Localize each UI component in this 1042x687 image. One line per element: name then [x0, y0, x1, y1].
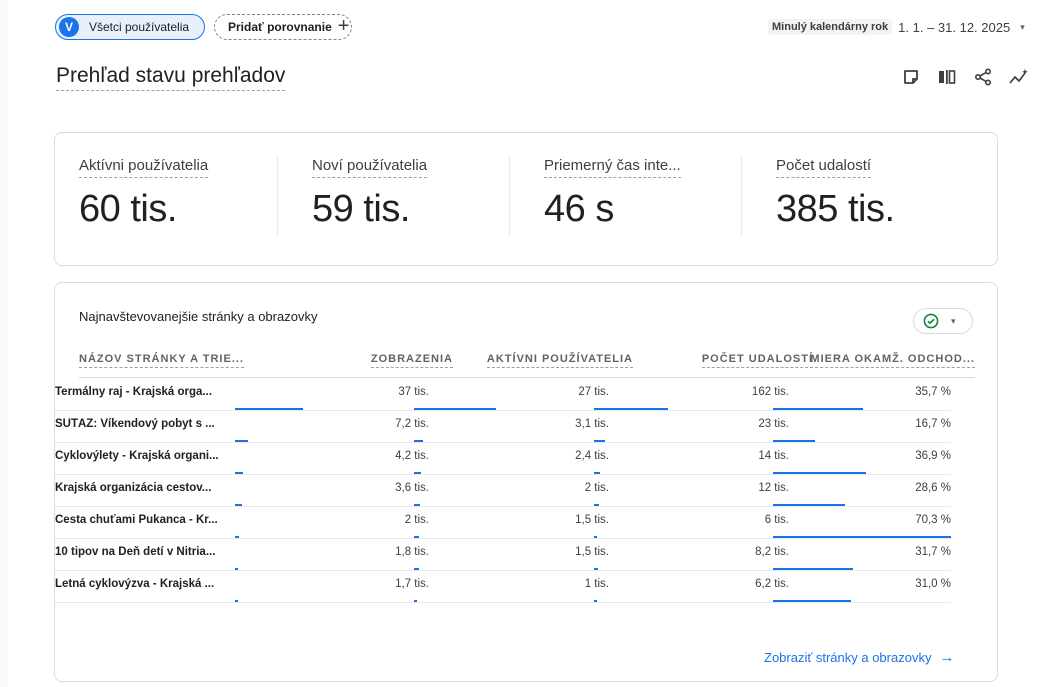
- cell-events: 14 tis.: [758, 450, 789, 462]
- cell-active: 1,5 tis.: [575, 546, 609, 558]
- metrics-card: Aktívni používatelia 60 tis. Noví použív…: [54, 132, 998, 266]
- metric-event-count[interactable]: Počet udalostí 385 tis.: [776, 157, 986, 231]
- cell-bounce: 28,6 %: [915, 482, 951, 494]
- column-header-bounce-rate[interactable]: MIERA OKAMŽ. ODCHOD...: [810, 353, 975, 368]
- table-row[interactable]: Termálny raj - Krajská orga... 37 tis. 27 …: [55, 378, 951, 411]
- date-range-value: 1. 1. – 31. 12. 2025: [898, 19, 1011, 35]
- table-row[interactable]: SÚŤAŽ: Víkendový pobyt s ... 7,2 tis. 3,1 …: [55, 410, 951, 443]
- cell-active: 2 tis.: [584, 482, 609, 494]
- column-header-page-title[interactable]: NÁZOV STRÁNKY A TRIE...: [79, 353, 244, 368]
- insights-icon[interactable]: [1008, 66, 1030, 88]
- share-icon[interactable]: [972, 66, 994, 88]
- all-users-chip[interactable]: V Všetci používatelia: [55, 14, 205, 40]
- metric-value: 59 tis.: [312, 188, 410, 230]
- metric-value: 46 s: [544, 188, 614, 230]
- card-title: Najnavštevovanejšie stránky a obrazovky: [79, 309, 318, 324]
- view-pages-link[interactable]: Zobraziť stránky a obrazovky →: [764, 649, 954, 666]
- metric-label: Aktívni používatelia: [79, 157, 209, 178]
- metric-new-users[interactable]: Noví používatelia 59 tis.: [312, 157, 522, 231]
- report-toolbar: [900, 66, 1042, 88]
- cell-views: 2 tis.: [404, 514, 429, 526]
- divider: [277, 155, 278, 237]
- cell-active: 27 tis.: [578, 386, 609, 398]
- cell-events: 23 tis.: [758, 418, 789, 430]
- metric-value: 385 tis.: [776, 188, 895, 230]
- column-header-views[interactable]: ZOBRAZENIA: [370, 353, 453, 368]
- cell-views: 4,2 tis.: [395, 450, 429, 462]
- divider: [741, 155, 742, 237]
- table-row[interactable]: Krajská organizácia cestov... 3,6 tis. 2 t…: [55, 474, 951, 507]
- cell-page-title[interactable]: Termálny raj - Krajská orga...: [55, 386, 233, 398]
- cell-bounce: 16,7 %: [915, 418, 951, 430]
- cell-page-title[interactable]: Krajská organizácia cestov...: [55, 482, 233, 494]
- chevron-down-icon: ▾: [1020, 21, 1025, 32]
- cell-events: 6,2 tis.: [755, 578, 789, 590]
- table-row[interactable]: Letná cyklovýzva - Krajská ... 1,7 tis. 1 …: [55, 570, 951, 603]
- column-header-active-users[interactable]: AKTÍVNI POUŽÍVATELIA: [486, 353, 633, 368]
- date-range-label: Minulý kalendárny rok: [768, 19, 893, 35]
- metric-engagement-time[interactable]: Priemerný čas inte... 46 s: [544, 157, 754, 231]
- divider: [509, 155, 510, 237]
- compare-columns-icon[interactable]: [936, 66, 958, 88]
- cell-events: 6 tis.: [764, 514, 789, 526]
- cell-page-title[interactable]: SÚŤAŽ: Víkendový pobyt s ...: [55, 418, 233, 430]
- bar-bounce: [773, 600, 851, 602]
- cell-page-title[interactable]: Cyklovýlety - Krajská organi...: [55, 450, 233, 462]
- metric-label: Počet udalostí: [776, 157, 872, 178]
- table-header: NÁZOV STRÁNKY A TRIE... ZOBRAZENIA AKTÍV…: [79, 353, 975, 375]
- cell-page-title[interactable]: Letná cyklovýzva - Krajská ...: [55, 578, 233, 590]
- cell-events: 8,2 tis.: [755, 546, 789, 558]
- table-row[interactable]: Cesta chuťami Pukanca - Kr... 2 tis. 1,5 t…: [55, 506, 951, 539]
- plus-icon: +: [337, 15, 350, 37]
- cell-events: 12 tis.: [758, 482, 789, 494]
- status-dropdown[interactable]: ▾: [913, 308, 973, 334]
- metric-label: Priemerný čas inte...: [544, 157, 681, 178]
- cell-bounce: 36,9 %: [915, 450, 951, 462]
- arrow-right-icon: →: [939, 649, 955, 666]
- cell-views: 37 tis.: [398, 386, 429, 398]
- date-range-picker[interactable]: Minulý kalendárny rok 1. 1. – 31. 12. 20…: [768, 17, 1025, 37]
- cell-active: 1 tis.: [584, 578, 609, 590]
- cell-views: 3,6 tis.: [395, 482, 429, 494]
- cell-bounce: 35,7 %: [915, 386, 951, 398]
- column-header-event-count[interactable]: POČET UDALOSTÍ: [701, 353, 813, 368]
- add-comparison-button[interactable]: Pridať porovnanie +: [214, 14, 352, 40]
- cell-bounce: 31,0 %: [915, 578, 951, 590]
- metric-label: Noví používatelia: [312, 157, 428, 178]
- cell-page-title[interactable]: 10 tipov na Deň detí v Nitria...: [55, 546, 233, 558]
- cell-bounce: 31,7 %: [915, 546, 951, 558]
- table-row[interactable]: 10 tipov na Deň detí v Nitria... 1,8 tis.…: [55, 538, 951, 571]
- check-circle-icon: [923, 313, 939, 329]
- cell-active: 3,1 tis.: [575, 418, 609, 430]
- view-pages-link-label: Zobraziť stránky a obrazovky: [764, 650, 932, 665]
- cell-views: 1,8 tis.: [395, 546, 429, 558]
- edit-note-icon[interactable]: [900, 66, 922, 88]
- table-row[interactable]: Cyklovýlety - Krajská organi... 4,2 tis. 2…: [55, 442, 951, 475]
- bar-events: [594, 600, 597, 602]
- top-pages-card: Najnavštevovanejšie stránky a obrazovky …: [54, 282, 998, 682]
- cell-events: 162 tis.: [751, 386, 789, 398]
- cell-page-title[interactable]: Cesta chuťami Pukanca - Kr...: [55, 514, 233, 526]
- page-title[interactable]: Prehľad stavu prehľadov: [56, 64, 286, 91]
- chevron-down-icon: ▾: [951, 315, 956, 326]
- all-users-label: Všetci používatelia: [89, 20, 190, 34]
- metric-active-users[interactable]: Aktívni používatelia 60 tis.: [79, 157, 289, 231]
- bar-views: [235, 600, 238, 602]
- cell-active: 2,4 tis.: [575, 450, 609, 462]
- cell-bounce: 70,3 %: [915, 514, 951, 526]
- cell-active: 1,5 tis.: [575, 514, 609, 526]
- metric-value: 60 tis.: [79, 188, 177, 230]
- cell-views: 7,2 tis.: [395, 418, 429, 430]
- segment-avatar: V: [59, 17, 79, 37]
- add-comparison-label: Pridať porovnanie: [228, 20, 332, 34]
- cell-views: 1,7 tis.: [395, 578, 429, 590]
- bar-active: [414, 600, 417, 602]
